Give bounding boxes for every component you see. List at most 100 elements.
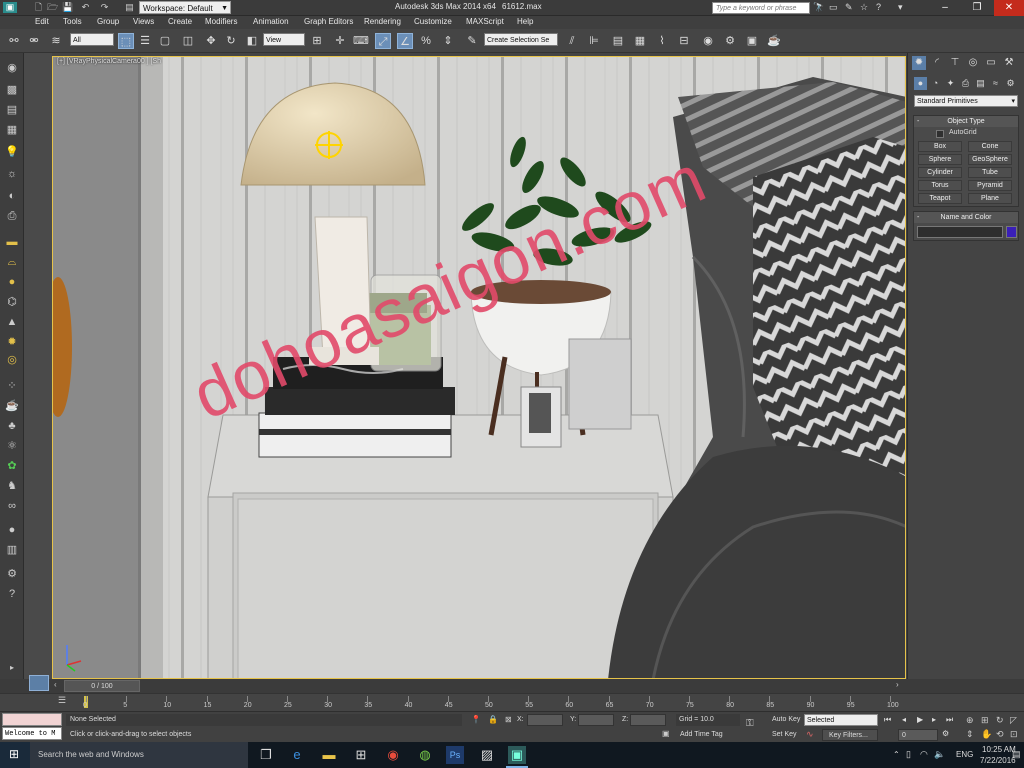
rectangular-selection-icon[interactable]: ▢	[157, 33, 173, 49]
wifi-icon[interactable]: ◠	[920, 749, 928, 760]
expand-arrow-icon[interactable]: ▸	[4, 661, 20, 675]
track-bar[interactable]: ☰ 0 5 10 15 20 25 30 35 40 45 50 55 60 65 70 75 80 85 90 95…	[0, 693, 1024, 711]
space-warps-icon[interactable]: ≈	[989, 77, 1002, 90]
edge-browser-icon[interactable]: e	[288, 746, 306, 764]
material-editor-icon[interactable]: ◉	[700, 33, 716, 49]
render-setup-icon[interactable]: ⚙	[722, 33, 738, 49]
language-indicator[interactable]: ENG	[956, 750, 973, 759]
vray-plane-icon[interactable]: ▬	[4, 235, 20, 249]
angle-snap-icon[interactable]: ∠	[397, 33, 413, 49]
dolly-icon[interactable]: ⇕	[966, 729, 974, 740]
schematic-view-icon[interactable]: ⊟	[676, 33, 692, 49]
notifications-icon[interactable]: ▤	[1012, 749, 1021, 760]
rendered-frame-window-icon[interactable]: ▣	[744, 33, 760, 49]
select-scale-icon[interactable]: ◧	[244, 33, 260, 49]
3ds-max-taskbar-icon[interactable]: ▣	[508, 746, 526, 764]
pivot-point-icon[interactable]: ⊞	[309, 33, 325, 49]
current-frame-field[interactable]: 0	[898, 729, 938, 741]
show-hidden-icons-icon[interactable]: ⌃	[893, 750, 900, 759]
shapes-icon[interactable]: ◔	[929, 77, 942, 90]
clock-time[interactable]: 10:25 AM	[982, 745, 1016, 754]
play-icon[interactable]: ▶	[917, 715, 923, 724]
set-key-button[interactable]: Set Key	[772, 729, 802, 741]
maxscript-mini-listener[interactable]: Welcome to M	[2, 727, 62, 740]
start-button[interactable]: ⊞	[0, 742, 30, 768]
menu-maxscript[interactable]: MAXScript	[466, 17, 504, 26]
help-icon[interactable]: ?	[876, 2, 881, 12]
graphite-tools-icon[interactable]: ▦	[632, 33, 648, 49]
vray-proxy-icon[interactable]: ⌓	[4, 255, 20, 269]
absolute-mode-icon[interactable]: ⊠	[505, 715, 512, 724]
vray-sun-icon[interactable]: ◐	[4, 189, 20, 203]
menu-graph-editors[interactable]: Graph Editors	[304, 17, 353, 26]
maximize-viewport-icon[interactable]: ⊡	[1010, 729, 1018, 740]
vray-light-icon[interactable]: 💡	[4, 145, 20, 159]
close-icon[interactable]: ✕	[994, 0, 1024, 16]
maxscript-mini-listener-pink[interactable]	[2, 713, 62, 726]
menu-edit[interactable]: Edit	[35, 17, 49, 26]
y-coordinate-field[interactable]	[578, 714, 614, 726]
pyramid-button[interactable]: Pyramid	[968, 180, 1012, 191]
maximize-icon[interactable]: ❐	[962, 0, 992, 16]
open-file-icon[interactable]: 🗁	[47, 2, 58, 13]
key-mode-dropdown[interactable]: Selected	[804, 714, 878, 726]
go-to-end-icon[interactable]: ⏭	[946, 715, 953, 725]
omni-light-icon[interactable]: ◎	[4, 353, 20, 367]
render-production-icon[interactable]: ☕	[766, 33, 782, 49]
cylinder-button[interactable]: Cylinder	[918, 167, 962, 178]
store-icon[interactable]: ⊞	[352, 746, 370, 764]
chrome-icon[interactable]: ◉	[384, 746, 402, 764]
create-tab-icon[interactable]: ✹	[912, 56, 926, 70]
workspace-dropdown[interactable]: Workspace: Default ▼	[139, 1, 231, 14]
snaps-toggle-icon[interactable]: ⤢	[375, 33, 391, 49]
selection-filter-dropdown[interactable]: All	[70, 33, 114, 46]
object-type-header[interactable]: - Object Type	[914, 116, 1018, 127]
go-to-start-icon[interactable]: ⏮	[884, 715, 891, 725]
pan-view-icon[interactable]: ✋	[981, 729, 992, 740]
menu-create[interactable]: Create	[168, 17, 192, 26]
cameras-icon[interactable]: ⎙	[959, 77, 972, 90]
sphere-material-icon[interactable]: ●	[4, 523, 20, 537]
project-folder-icon[interactable]: ▤	[124, 2, 135, 13]
reference-coordinate-dropdown[interactable]: View	[263, 33, 305, 46]
object-color-swatch[interactable]	[1006, 226, 1017, 238]
vray-camera-icon[interactable]: ⎙	[4, 209, 20, 223]
select-move-icon[interactable]: ✥	[203, 33, 219, 49]
redo-icon[interactable]: ↷	[99, 2, 110, 13]
volume-icon[interactable]: 🔈	[934, 749, 945, 760]
x-coordinate-field[interactable]	[527, 714, 563, 726]
menu-tools[interactable]: Tools	[63, 17, 82, 26]
layer-manager-icon[interactable]: ▤	[610, 33, 626, 49]
time-prev-icon[interactable]: ‹	[54, 680, 64, 692]
menu-customize[interactable]: Customize	[414, 17, 452, 26]
material-library-icon[interactable]: ▥	[4, 543, 20, 557]
mirror-icon[interactable]: ⫽	[564, 33, 580, 49]
named-selection-set-dropdown[interactable]: Create Selection Se	[484, 33, 558, 46]
name-and-color-header[interactable]: - Name and Color	[914, 212, 1018, 223]
keyboard-shortcut-icon[interactable]: ⌨	[353, 33, 369, 49]
perspective-viewport[interactable]: [+] [VRayPhysicalCamera00 ] [Sh dohoasai…	[52, 56, 906, 679]
teapot-button[interactable]: Teapot	[918, 193, 962, 204]
manipulate-icon[interactable]: ✛	[332, 33, 348, 49]
taskbar-search-box[interactable]: Search the web and Windows	[30, 742, 248, 768]
add-time-tag[interactable]: Add Time Tag	[680, 731, 723, 738]
app-logo-icon[interactable]: ▣	[3, 2, 17, 13]
atom-icon[interactable]: ⚛	[4, 439, 20, 453]
spinner-snap-icon[interactable]: ⇕	[440, 33, 456, 49]
photoshop-icon[interactable]: Ps	[446, 746, 464, 764]
lights-icon[interactable]: ✦	[944, 77, 957, 90]
dog-icon[interactable]: ♞	[4, 479, 20, 493]
vray-frame-buffer-icon[interactable]: ▩	[4, 83, 20, 97]
select-by-name-icon[interactable]: ☰	[137, 33, 153, 49]
auto-key-button[interactable]: Auto Key	[772, 714, 802, 726]
menu-modifiers[interactable]: Modifiers	[205, 17, 237, 26]
plant-icon[interactable]: ✿	[4, 459, 20, 473]
time-next-icon[interactable]: ›	[896, 680, 906, 692]
menu-help[interactable]: Help	[517, 17, 533, 26]
time-config-icon[interactable]: ⚙	[942, 729, 949, 738]
orbit-icon[interactable]: ↻	[996, 715, 1004, 726]
menu-animation[interactable]: Animation	[253, 17, 289, 26]
time-tag-icon[interactable]: ▣	[662, 729, 670, 738]
menu-views[interactable]: Views	[133, 17, 154, 26]
box-button[interactable]: Box	[918, 141, 962, 152]
